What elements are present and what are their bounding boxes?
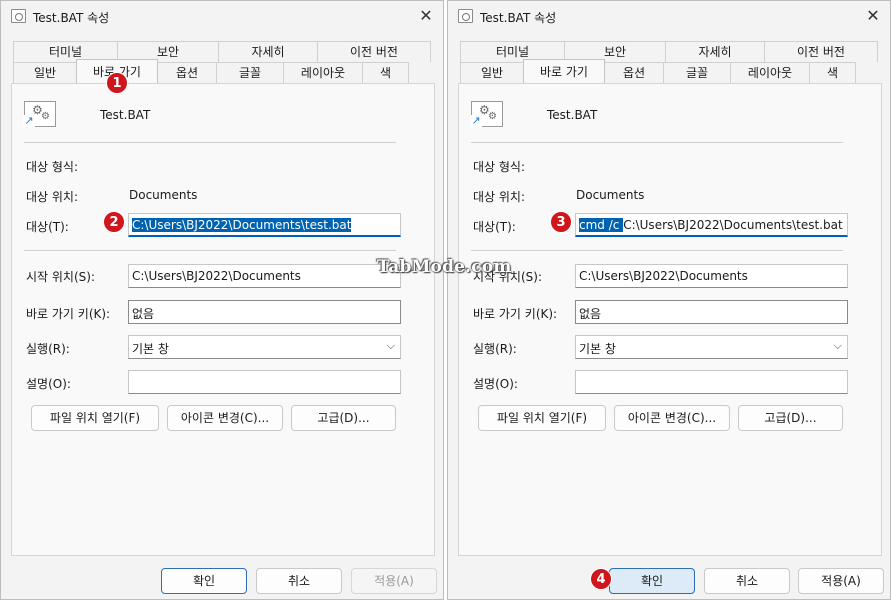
run-select[interactable]: 기본 창 ⌵ bbox=[128, 335, 401, 359]
run-select[interactable]: 기본 창 ⌵ bbox=[575, 335, 848, 359]
apply-button[interactable]: 적용(A) bbox=[351, 568, 437, 594]
step-badge-1: 1 bbox=[106, 72, 128, 94]
close-icon[interactable]: ✕ bbox=[862, 5, 884, 27]
divider bbox=[471, 142, 843, 143]
divider bbox=[24, 142, 396, 143]
step-badge-4: 4 bbox=[590, 568, 612, 590]
properties-dialog-right: Test.BAT 속성 ✕ 터미널 보안 자세히 이전 버전 일반 바로 가기 … bbox=[447, 0, 891, 600]
shortcut-key-label: 바로 가기 키(K): bbox=[26, 307, 111, 321]
start-in-input[interactable]: C:\Users\BJ2022\Documents bbox=[128, 264, 401, 288]
watermark: TabMode.com bbox=[377, 257, 512, 277]
close-icon[interactable]: ✕ bbox=[415, 5, 437, 27]
tab-general[interactable]: 일반 bbox=[460, 62, 524, 83]
tab-colors[interactable]: 색 bbox=[809, 62, 856, 83]
shortcut-arrow-icon: ↗ bbox=[470, 114, 482, 127]
gear-icon: ⚙ bbox=[488, 111, 497, 122]
tab-previous-versions[interactable]: 이전 버전 bbox=[764, 41, 878, 62]
window-title: Test.BAT 속성 bbox=[33, 11, 110, 25]
divider bbox=[471, 250, 843, 251]
cancel-button[interactable]: 취소 bbox=[704, 568, 790, 594]
chevron-down-icon: ⌵ bbox=[833, 339, 842, 352]
target-inserted-text: cmd /c bbox=[579, 218, 624, 232]
tab-previous-versions[interactable]: 이전 버전 bbox=[317, 41, 431, 62]
open-file-location-button[interactable]: 파일 위치 열기(F) bbox=[31, 405, 159, 431]
tab-details[interactable]: 자세히 bbox=[218, 41, 318, 62]
target-input[interactable]: cmd /c C:\Users\BJ2022\Documents\test.ba… bbox=[575, 213, 848, 237]
run-label: 실행(R): bbox=[473, 342, 517, 356]
ok-button[interactable]: 확인 bbox=[609, 568, 695, 594]
target-label: 대상(T): bbox=[26, 220, 69, 234]
batch-file-icon: ⚙ ⚙ ↗ bbox=[470, 101, 503, 127]
target-type-label: 대상 형식: bbox=[473, 160, 526, 174]
comment-label: 설명(O): bbox=[473, 377, 518, 391]
comment-input[interactable] bbox=[575, 370, 848, 394]
tab-details[interactable]: 자세히 bbox=[665, 41, 765, 62]
run-selected-value: 기본 창 bbox=[132, 342, 169, 356]
comment-input[interactable] bbox=[128, 370, 401, 394]
target-selected-text: C:\Users\BJ2022\Documents\test.bat bbox=[132, 218, 352, 232]
run-selected-value: 기본 창 bbox=[579, 342, 616, 356]
shortcut-panel: ⚙ ⚙ ↗ Test.BAT 대상 형식: 대상 위치: Documents 대… bbox=[458, 83, 882, 556]
shortcut-key-input[interactable]: 없음 bbox=[575, 300, 848, 324]
tab-row-bottom: 일반 바로 가기 옵션 글꼴 레이아웃 색 bbox=[460, 59, 856, 83]
target-location-label: 대상 위치: bbox=[26, 190, 79, 204]
tab-shortcut[interactable]: 바로 가기 bbox=[523, 59, 605, 83]
open-file-location-button[interactable]: 파일 위치 열기(F) bbox=[478, 405, 606, 431]
tab-row-bottom: 일반 바로 가기 옵션 글꼴 레이아웃 색 bbox=[13, 59, 409, 83]
window-title: Test.BAT 속성 bbox=[480, 11, 557, 25]
target-input[interactable]: C:\Users\BJ2022\Documents\test.bat bbox=[128, 213, 401, 237]
app-icon bbox=[458, 9, 473, 23]
app-icon bbox=[11, 9, 26, 23]
tab-colors[interactable]: 색 bbox=[362, 62, 409, 83]
change-icon-button[interactable]: 아이콘 변경(C)... bbox=[614, 405, 730, 431]
batch-file-icon: ⚙ ⚙ ↗ bbox=[23, 101, 56, 127]
target-location-value: Documents bbox=[129, 188, 198, 202]
gear-icon: ⚙ bbox=[41, 111, 50, 122]
cancel-button[interactable]: 취소 bbox=[256, 568, 342, 594]
file-name: Test.BAT bbox=[100, 108, 151, 122]
tab-options[interactable]: 옵션 bbox=[157, 62, 217, 83]
tab-font[interactable]: 글꼴 bbox=[216, 62, 284, 83]
step-badge-3: 3 bbox=[550, 211, 572, 233]
target-label: 대상(T): bbox=[473, 220, 516, 234]
tab-layout[interactable]: 레이아웃 bbox=[283, 62, 363, 83]
run-label: 실행(R): bbox=[26, 342, 70, 356]
properties-dialog-left: Test.BAT 속성 ✕ 터미널 보안 자세히 이전 버전 일반 바로 가기 … bbox=[0, 0, 444, 600]
shortcut-key-label: 바로 가기 키(K): bbox=[473, 307, 558, 321]
target-type-label: 대상 형식: bbox=[26, 160, 79, 174]
shortcut-arrow-icon: ↗ bbox=[23, 114, 35, 127]
start-in-label: 시작 위치(S): bbox=[26, 270, 95, 284]
file-name: Test.BAT bbox=[547, 108, 598, 122]
advanced-button[interactable]: 고급(D)... bbox=[291, 405, 396, 431]
tab-layout[interactable]: 레이아웃 bbox=[730, 62, 810, 83]
divider bbox=[24, 250, 396, 251]
title-bar: Test.BAT 속성 ✕ bbox=[1, 1, 443, 33]
shortcut-key-input[interactable]: 없음 bbox=[128, 300, 401, 324]
tab-font[interactable]: 글꼴 bbox=[663, 62, 731, 83]
change-icon-button[interactable]: 아이콘 변경(C)... bbox=[167, 405, 283, 431]
tab-general[interactable]: 일반 bbox=[13, 62, 77, 83]
title-bar: Test.BAT 속성 ✕ bbox=[448, 1, 890, 33]
apply-button[interactable]: 적용(A) bbox=[798, 568, 884, 594]
target-location-label: 대상 위치: bbox=[473, 190, 526, 204]
chevron-down-icon: ⌵ bbox=[386, 339, 395, 352]
tab-options[interactable]: 옵션 bbox=[604, 62, 664, 83]
target-path-text: C:\Users\BJ2022\Documents\test.bat bbox=[623, 218, 843, 232]
shortcut-panel: ⚙ ⚙ ↗ Test.BAT 대상 형식: 대상 위치: Documents 대… bbox=[11, 83, 435, 556]
ok-button[interactable]: 확인 bbox=[161, 568, 247, 594]
step-badge-2: 2 bbox=[103, 211, 125, 233]
target-location-value: Documents bbox=[576, 188, 645, 202]
start-in-input[interactable]: C:\Users\BJ2022\Documents bbox=[575, 264, 848, 288]
comment-label: 설명(O): bbox=[26, 377, 71, 391]
advanced-button[interactable]: 고급(D)... bbox=[738, 405, 843, 431]
